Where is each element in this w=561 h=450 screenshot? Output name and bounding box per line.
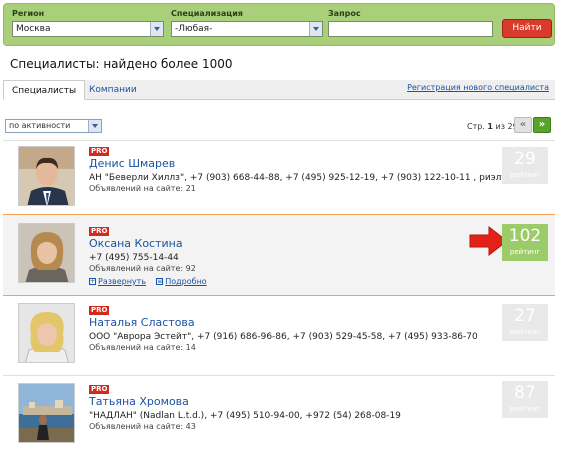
region-label: Регион — [12, 9, 45, 18]
pager-current: 1 — [487, 122, 493, 131]
tab-companies[interactable]: Компании — [81, 80, 145, 100]
region-value: Москва — [16, 24, 51, 34]
ads-count: Объявлений на сайте: 21 — [89, 184, 196, 193]
pro-badge: PRO — [89, 306, 110, 315]
avatar[interactable] — [18, 223, 75, 283]
specialist-contacts: АН "Беверли Хиллз", +7 (903) 668-44-88, … — [89, 173, 518, 183]
rating-caption: рейтинг — [509, 171, 541, 179]
region-select[interactable]: Москва — [12, 21, 164, 37]
specialist-name[interactable]: Наталья Сластова — [89, 316, 195, 329]
select-arrow-icon — [88, 120, 101, 132]
pager-next-button[interactable]: » — [533, 117, 551, 133]
query-input[interactable] — [328, 21, 493, 37]
expand-link[interactable]: Развернуть — [98, 277, 146, 286]
rating-caption: рейтинг — [509, 328, 541, 336]
rating-badge: 87 рейтинг — [502, 381, 548, 418]
specialist-name[interactable]: Оксана Костина — [89, 237, 183, 250]
rating-badge: 29 рейтинг — [502, 147, 548, 184]
pager-text: Стр. 1 из 29 — [467, 122, 518, 131]
rating-value: 87 — [514, 383, 536, 403]
specialization-select[interactable]: -Любая- — [171, 21, 323, 37]
rating-badge: 27 рейтинг — [502, 304, 548, 341]
ads-count: Объявлений на сайте: 14 — [89, 343, 196, 352]
specialization-label: Специализация — [171, 9, 243, 18]
specialization-value: -Любая- — [175, 24, 213, 34]
specialist-contacts: ООО "Аврора Эстейт", +7 (916) 686-96-86,… — [89, 332, 478, 342]
tabs-bar: Специалисты Компании Регистрация нового … — [3, 80, 555, 100]
specialist-item: PRO Наталья Сластова ООО "Аврора Эстейт"… — [3, 297, 555, 375]
register-specialist-link[interactable]: Регистрация нового специалиста — [407, 83, 549, 92]
pro-badge: PRO — [89, 227, 110, 236]
search-panel: Регион Москва Специализация -Любая- Запр… — [3, 3, 555, 46]
query-label: Запрос — [328, 9, 361, 18]
ads-count: Объявлений на сайте: 43 — [89, 422, 196, 431]
avatar[interactable] — [18, 146, 75, 206]
specialist-item: PRO Оксана Костина +7 (495) 755-14-44 Об… — [3, 214, 555, 296]
sort-value: по активности — [9, 121, 71, 130]
specialist-name[interactable]: Денис Шмарев — [89, 157, 175, 170]
rating-caption: рейтинг — [509, 248, 541, 256]
rating-value: 29 — [514, 149, 536, 169]
ads-count: Объявлений на сайте: 92 — [89, 264, 196, 273]
rating-value: 27 — [514, 306, 536, 326]
pager-prefix: Стр. — [467, 122, 485, 131]
pager-prev-button[interactable]: « — [514, 117, 532, 133]
specialist-contacts: +7 (495) 755-14-44 — [89, 253, 179, 263]
pro-badge: PRO — [89, 385, 110, 394]
rating-caption: рейтинг — [509, 405, 541, 413]
sort-select[interactable]: по активности — [5, 119, 102, 133]
avatar[interactable] — [18, 303, 75, 363]
pro-badge: PRO — [89, 147, 110, 156]
specialist-name[interactable]: Татьяна Хромова — [89, 395, 189, 408]
specialist-item: PRO Денис Шмарев АН "Беверли Хиллз", +7 … — [3, 141, 555, 214]
expand-icon: + — [89, 278, 96, 285]
details-icon: ≡ — [156, 278, 164, 285]
select-arrow-icon — [309, 22, 322, 36]
page-title: Специалисты: найдено более 1000 — [10, 57, 233, 71]
rating-badge: 102 рейтинг — [502, 224, 548, 261]
specialist-contacts: "НАДЛАН" (Nadlan L.t.d.), +7 (495) 510-9… — [89, 411, 401, 421]
find-button[interactable]: Найти — [502, 19, 552, 38]
rating-value: 102 — [508, 226, 542, 246]
details-link[interactable]: Подробно — [165, 277, 206, 286]
pager-sep: из — [495, 122, 505, 131]
specialist-item: PRO Татьяна Хромова "НАДЛАН" (Nadlan L.t… — [3, 376, 555, 448]
tab-specialists[interactable]: Специалисты — [3, 80, 86, 100]
select-arrow-icon — [150, 22, 163, 36]
avatar[interactable] — [18, 383, 75, 443]
item-actions: + Развернуть ≡ Подробно — [89, 277, 207, 286]
